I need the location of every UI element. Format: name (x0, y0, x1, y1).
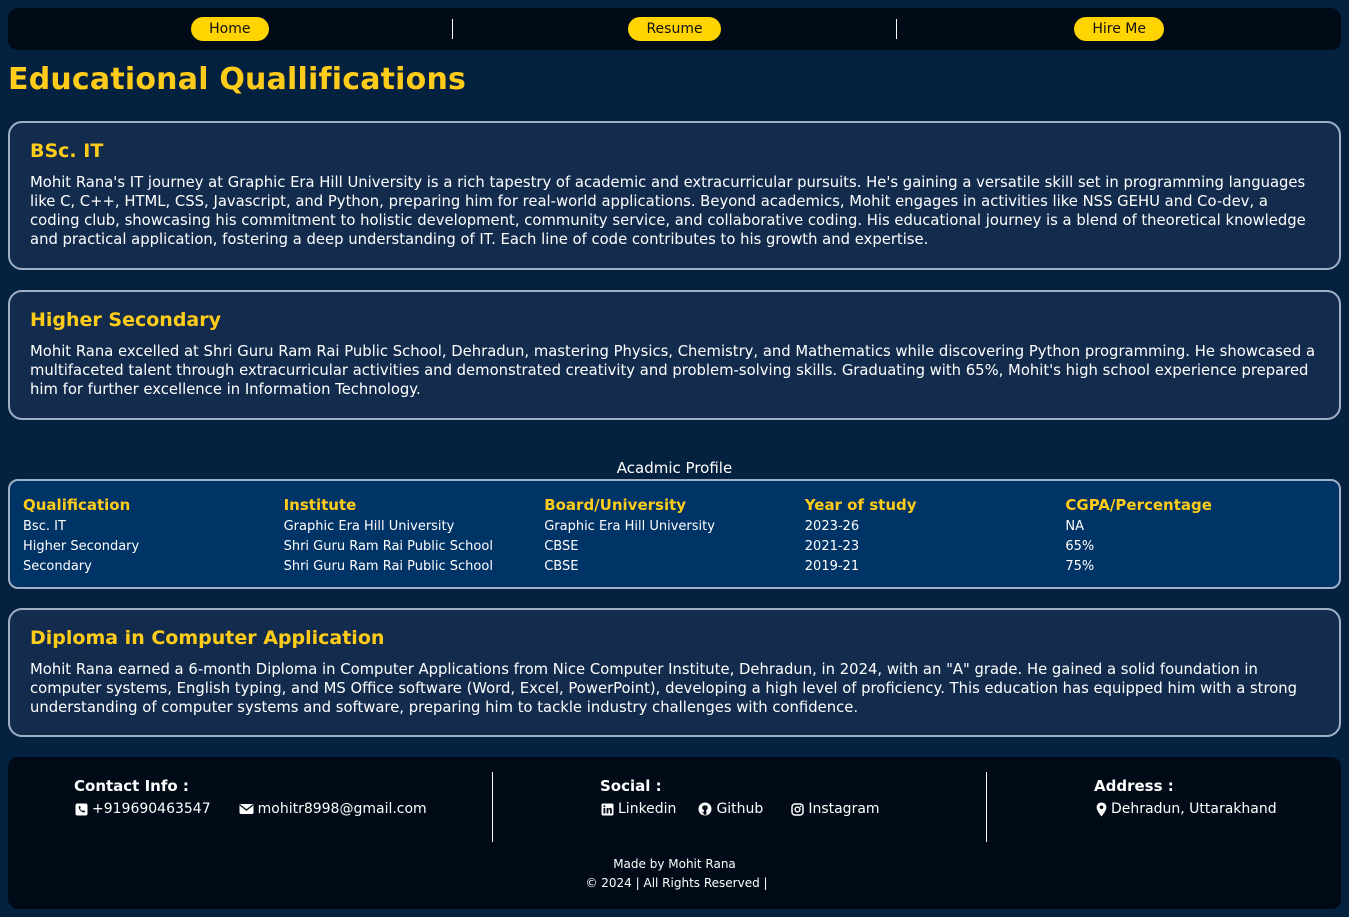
nav-hire-me-button[interactable]: Hire Me (1074, 17, 1164, 41)
table-header-cell: Institute (283, 496, 357, 514)
footer-divider (492, 772, 493, 842)
table-row: Higher Secondary Shri Guru Ram Rai Publi… (23, 537, 1326, 557)
table-caption: Acadmic Profile (616, 459, 733, 477)
table-cell: 2023-26 (804, 519, 860, 534)
table-header-cell: Board/University (544, 496, 687, 514)
instagram-link[interactable]: Instagram (791, 801, 880, 817)
instagram-icon (791, 802, 805, 816)
phone-number: +919690463547 (92, 801, 211, 817)
education-card-bsc: BSc. IT Mohit Rana's IT journey at Graph… (8, 121, 1341, 270)
table-header-row: Qualification Institute Board/University… (23, 495, 1326, 517)
table-cell: CBSE (544, 559, 579, 574)
table-cell: 2019-21 (804, 559, 860, 574)
instagram-label: Instagram (808, 801, 880, 817)
card-title: BSc. IT (30, 140, 104, 162)
page-title: Educational Quallifications (8, 62, 467, 97)
github-link[interactable]: Github (698, 801, 763, 817)
footer: Contact Info : +919690463547 mohitr8998@… (8, 757, 1341, 909)
card-title: Higher Secondary (30, 309, 222, 331)
footer-contact: Contact Info : (74, 777, 189, 795)
email-address: mohitr8998@gmail.com (257, 801, 427, 817)
github-label: Github (716, 801, 764, 817)
table-cell: Graphic Era Hill University (283, 519, 455, 534)
linkedin-icon (601, 803, 614, 815)
nav-cell-hire-me: Hire Me (897, 17, 1341, 41)
footer-social: Social : (600, 777, 662, 795)
nav-resume-button[interactable]: Resume (628, 17, 721, 41)
card-title: Diploma in Computer Application (30, 627, 385, 649)
table-header-cell: Qualification (23, 496, 131, 514)
email-link[interactable]: mohitr8998@gmail.com (239, 801, 427, 817)
contact-items: +919690463547 mohitr8998@gmail.com (75, 801, 445, 817)
table-cell: Bsc. IT (23, 519, 66, 534)
table-row: Secondary Shri Guru Ram Rai Public Schoo… (23, 557, 1326, 577)
table-cell: 75% (1065, 559, 1095, 574)
linkedin-label: Linkedin (618, 801, 677, 817)
social-items: Linkedin Github Instagram (601, 801, 898, 817)
contact-heading: Contact Info : (74, 777, 189, 795)
table-cell: Higher Secondary (23, 539, 140, 554)
table-cell: Shri Guru Ram Rai Public School (283, 559, 493, 574)
table-cell: 65% (1065, 539, 1095, 554)
academic-profile-table: Qualification Institute Board/University… (8, 479, 1341, 589)
table-cell: CBSE (544, 539, 579, 554)
address-items: Dehradun, Uttarakhand (1096, 801, 1295, 817)
table-cell: 2021-23 (804, 539, 860, 554)
nav-cell-home: Home (8, 17, 452, 41)
footer-address: Address : (1094, 777, 1174, 795)
card-text: Mohit Rana's IT journey at Graphic Era H… (30, 174, 1306, 248)
address-text: Dehradun, Uttarakhand (1111, 801, 1277, 817)
phone-icon (75, 803, 88, 815)
card-text: Mohit Rana earned a 6-month Diploma in C… (30, 661, 1298, 716)
table-row: Bsc. IT Graphic Era Hill University Grap… (23, 517, 1326, 537)
table-header-cell: CGPA/Percentage (1065, 496, 1212, 514)
address-item: Dehradun, Uttarakhand (1096, 801, 1277, 817)
phone-link[interactable]: +919690463547 (75, 801, 211, 817)
location-pin-icon (1096, 802, 1107, 816)
table-cell: Secondary (23, 559, 92, 574)
nav-cell-resume: Resume (453, 17, 897, 41)
social-heading: Social : (600, 777, 662, 795)
table-cell: Shri Guru Ram Rai Public School (283, 539, 493, 554)
linkedin-link[interactable]: Linkedin (601, 801, 676, 817)
copyright-text: © 2024 | All Rights Reserved | (585, 876, 768, 890)
made-by-text: Made by Mohit Rana (613, 857, 736, 871)
table-header-cell: Year of study (804, 496, 917, 514)
address-heading: Address : (1094, 777, 1174, 795)
education-card-higher-secondary: Higher Secondary Mohit Rana excelled at … (8, 290, 1341, 420)
top-nav: Home Resume Hire Me (8, 8, 1341, 50)
education-card-diploma: Diploma in Computer Application Mohit Ra… (8, 608, 1341, 737)
footer-divider (986, 772, 987, 842)
nav-home-button[interactable]: Home (191, 17, 269, 41)
github-icon (698, 802, 712, 816)
envelope-icon (239, 804, 254, 814)
table-cell: NA (1065, 519, 1084, 534)
card-text: Mohit Rana excelled at Shri Guru Ram Rai… (30, 343, 1316, 398)
table-cell: Graphic Era Hill University (544, 519, 715, 534)
